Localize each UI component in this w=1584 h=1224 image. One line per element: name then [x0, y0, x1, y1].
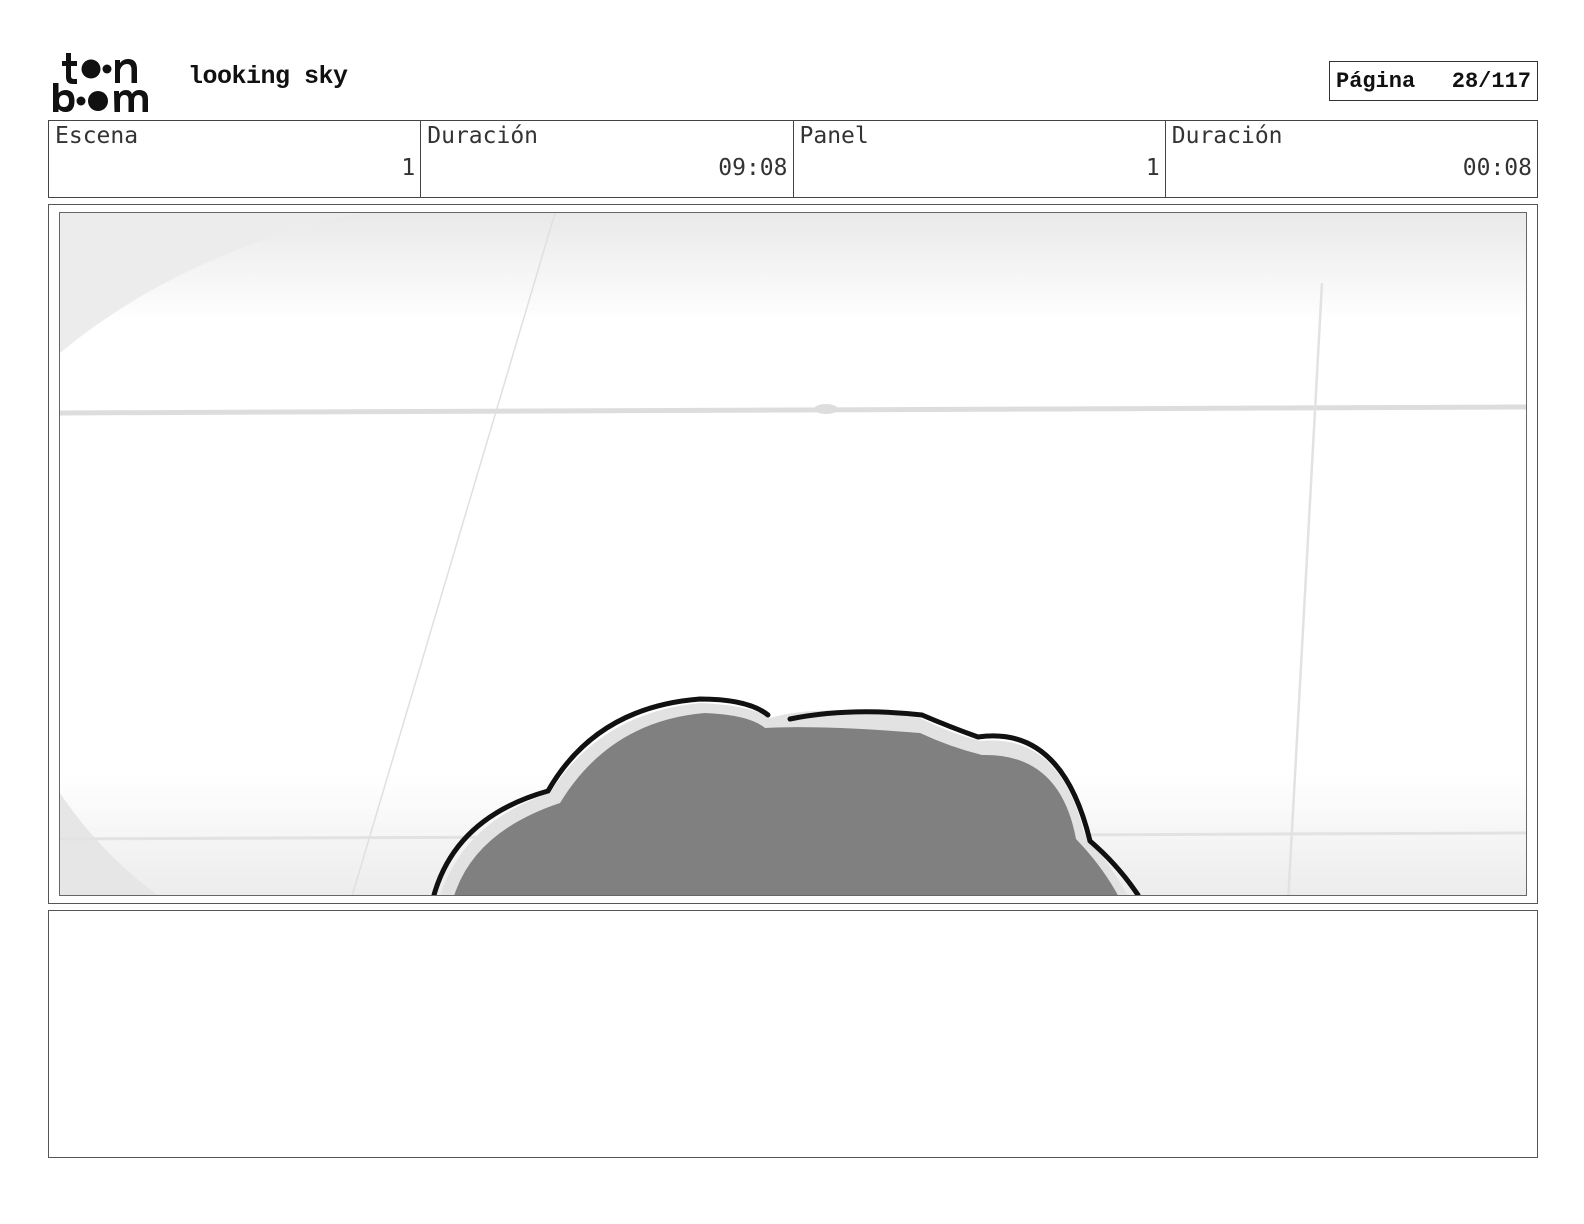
storyboard-panel-frame: [48, 204, 1538, 904]
panel-value: 1: [1145, 155, 1160, 181]
panel-cell: Panel 1: [794, 121, 1166, 197]
scene-duration-value: 09:08: [718, 155, 788, 181]
panel-label: Panel: [799, 123, 869, 149]
scene-duration-label: Duración: [427, 123, 539, 149]
logo-letter-m: [114, 90, 148, 112]
panel-duration-value: 00:08: [1462, 155, 1532, 181]
logo-dot-large: [81, 59, 101, 79]
panel-duration-label: Duración: [1171, 123, 1283, 149]
guide-line-horizon: [60, 404, 1526, 416]
scene-value: 1: [401, 155, 416, 181]
panel-drawing: [60, 213, 1526, 895]
horizon-dot: [814, 404, 838, 414]
logo-letter-n: [115, 59, 137, 83]
logo-dot-small-2: [76, 96, 86, 106]
project-title: looking sky: [188, 62, 348, 91]
scene-duration-cell: Duración 09:08: [421, 121, 794, 197]
toon-boom-logo: [53, 53, 148, 112]
page-number: 28/117: [1451, 68, 1531, 94]
storyboard-panel-image: [59, 212, 1527, 896]
logo-letter-b: [53, 83, 75, 112]
page-label: Página: [1336, 68, 1416, 94]
panel-duration-cell: Duración 00:08: [1166, 121, 1537, 197]
scene-info-bar: Escena 1 Duración 09:08 Panel 1 Duración…: [48, 120, 1538, 198]
panel-notes-area: [48, 910, 1538, 1158]
logo-letter-t: [62, 53, 77, 84]
logo-dot-small: [102, 64, 112, 74]
logo-dot-large-2: [88, 91, 108, 111]
scene-label: Escena: [55, 123, 139, 149]
scene-cell: Escena 1: [49, 121, 422, 197]
page-indicator: Página 28/117: [1329, 61, 1538, 101]
